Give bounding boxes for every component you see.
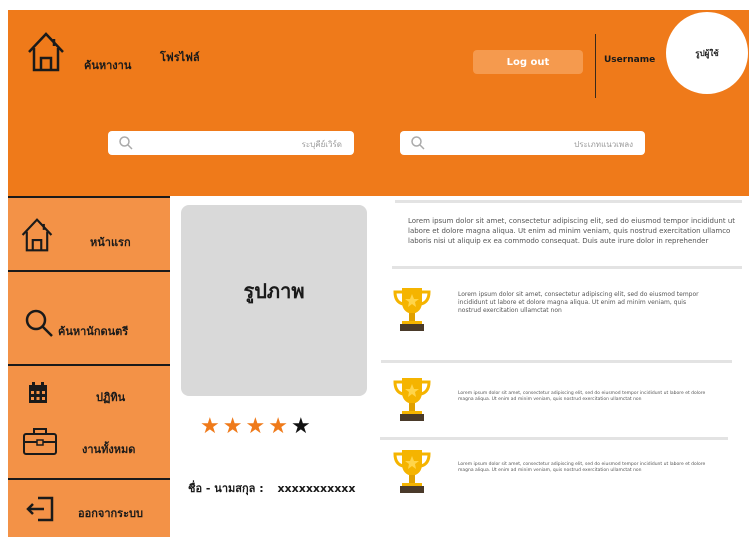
keyword-search-input[interactable]: ระบุคีย์เวิร์ด	[108, 131, 354, 155]
full-name-value: xxxxxxxxxxx	[277, 482, 356, 495]
header-divider	[595, 34, 596, 98]
keyword-search-placeholder: ระบุคีย์เวิร์ด	[301, 140, 342, 149]
star-icon: ★	[268, 414, 291, 439]
full-name-label: ชื่อ - นามสกุล :	[188, 482, 264, 495]
genre-search-placeholder: ประเภทแนวเพลง	[574, 140, 633, 149]
search-icon	[25, 309, 53, 337]
trophy-icon	[393, 450, 431, 493]
award-text: Lorem ipsum dolor sit amet, consectetur …	[458, 291, 699, 314]
calendar-icon	[29, 382, 47, 403]
page: ค้นหางาน โฟรไฟล์ Log out Username รูปผู้…	[0, 0, 749, 537]
divider	[380, 437, 728, 440]
logout-button[interactable]: Log out	[473, 50, 583, 74]
trophy-icon	[393, 288, 431, 331]
sidebar-item-logout[interactable]: ออกจากระบบ	[8, 480, 170, 537]
sidebar-item-label: ค้นหานักดนตรี	[58, 325, 129, 338]
sidebar: หน้าแรก ค้นหานักดนตรี ปฏิทิน งานทั้งหมด …	[8, 196, 170, 537]
intro-text: Lorem ipsum dolor sit amet, consectetur …	[408, 217, 735, 245]
search-icon	[411, 136, 425, 150]
star-icon: ★	[245, 414, 269, 439]
avatar-label: รูปผู้ใช้	[695, 48, 719, 58]
sidebar-item-label: ปฏิทิน	[96, 391, 126, 404]
home-icon	[21, 218, 53, 252]
nav-profile[interactable]: โฟรไฟล์	[160, 48, 200, 66]
sidebar-group-calendar-jobs: ปฏิทิน งานทั้งหมด	[8, 366, 170, 480]
divider	[392, 266, 742, 269]
avatar[interactable]: รูปผู้ใช้	[666, 12, 748, 94]
sidebar-item-find-musicians[interactable]: ค้นหานักดนตรี	[8, 272, 170, 366]
briefcase-icon	[23, 428, 57, 455]
award-text: Lorem ipsum dolor sit amet, consectetur …	[458, 391, 706, 402]
sidebar-item-label: หน้าแรก	[90, 236, 131, 249]
genre-search-input[interactable]: ประเภทแนวเพลง	[400, 131, 645, 155]
trophy-icon	[393, 378, 431, 421]
award-text: Lorem ipsum dolor sit amet, consectetur …	[458, 462, 706, 473]
sidebar-item-calendar[interactable]: ปฏิทิน	[8, 366, 170, 422]
star-icon: ★	[222, 414, 246, 439]
full-name-row: ชื่อ - นามสกุล : xxxxxxxxxxx	[188, 479, 356, 497]
divider	[381, 360, 732, 363]
sidebar-item-label: ออกจากระบบ	[78, 507, 143, 520]
sidebar-item-home[interactable]: หน้าแรก	[8, 196, 170, 272]
sidebar-item-all-jobs[interactable]: งานทั้งหมด	[8, 422, 170, 478]
logout-icon	[26, 496, 54, 522]
rating-stars: ★★★★★	[200, 414, 314, 439]
sidebar-item-label: งานทั้งหมด	[82, 443, 136, 456]
top-header: ค้นหางาน โฟรไฟล์ Log out Username รูปผู้…	[8, 10, 749, 196]
profile-photo[interactable]: รูปภาพ	[181, 205, 367, 396]
profile-photo-label: รูปภาพ	[243, 279, 305, 303]
search-icon	[119, 136, 133, 150]
nav-find-jobs[interactable]: ค้นหางาน	[84, 56, 131, 74]
divider	[395, 200, 742, 203]
star-icon: ★	[200, 414, 223, 439]
star-icon: ★	[290, 414, 314, 439]
home-icon[interactable]	[26, 30, 66, 74]
username-label: Username	[604, 55, 656, 65]
